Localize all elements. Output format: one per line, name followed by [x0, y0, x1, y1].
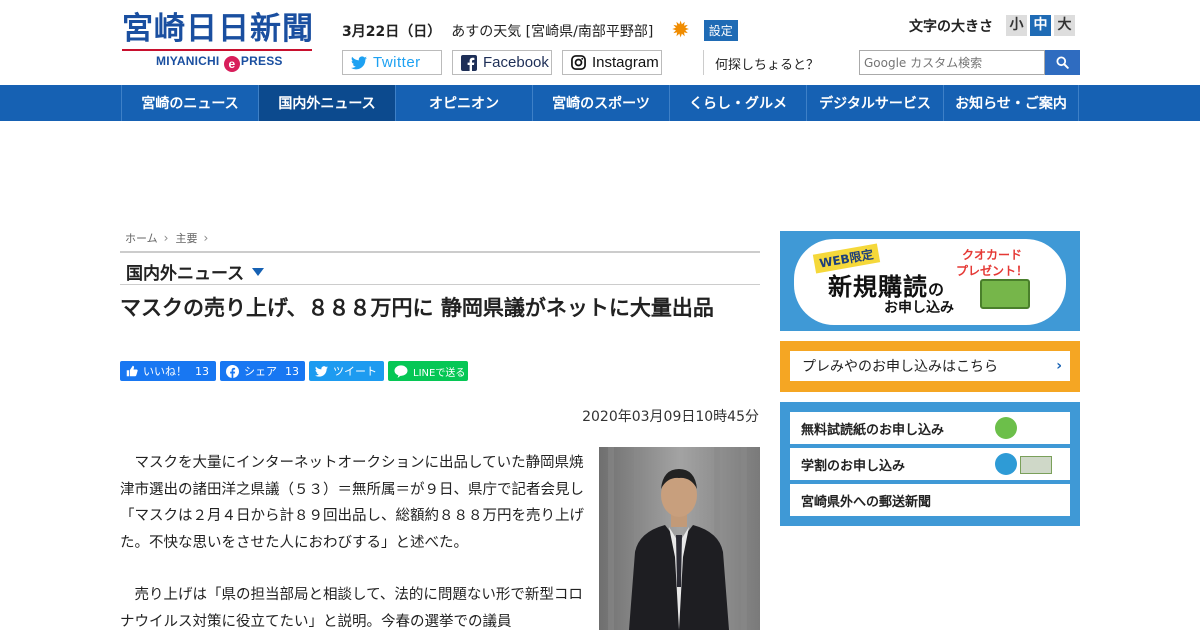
mail-delivery-label: 宮崎県外への郵送新聞	[801, 494, 932, 510]
line-share-button[interactable]: LINEで送る	[388, 361, 468, 381]
facebook-like-button[interactable]: いいね！ 13	[120, 361, 216, 381]
weather-date: 3月22日（日）	[342, 23, 442, 40]
chevron-right-icon: ›	[163, 231, 169, 245]
line-label: LINEで送る	[413, 367, 466, 379]
weather-settings-button[interactable]: 設定	[703, 20, 738, 41]
share-label: シェア	[244, 365, 277, 378]
logo-title: 宮崎日日新聞	[122, 11, 314, 47]
site-search	[859, 50, 1080, 75]
weather-label[interactable]: あすの天気 [宮崎県/南部平野部]	[451, 21, 653, 41]
thumbs-up-icon	[126, 365, 138, 377]
nav-item-miyazaki-news[interactable]: 宮崎のニュース	[121, 85, 258, 121]
section-title-label: 国内外ニュース	[126, 264, 245, 284]
banner-quo-line2: プレゼント！	[956, 264, 1029, 278]
student-discount-link[interactable]: 学割のお申し込み	[790, 448, 1070, 480]
logo-underline	[122, 49, 312, 51]
caret-down-icon	[252, 267, 265, 276]
like-label: いいね！	[143, 365, 187, 378]
facebook-icon	[226, 364, 239, 378]
twitter-label: Twitter	[373, 54, 421, 71]
site-logo[interactable]: 宮崎日日新聞 MIYANICHI e PRESS	[122, 10, 314, 72]
sidebar-links: 無料試読紙のお申し込み 学割のお申し込み 宮崎県外への郵送新聞	[780, 402, 1080, 526]
search-input[interactable]	[859, 50, 1045, 75]
twitter-button[interactable]: Twitter	[342, 50, 442, 75]
logo-sub-post: PRESS	[240, 54, 283, 68]
new-subscription-banner[interactable]: WEB限定 新規購読の お申し込み クオカード プレゼント！	[780, 231, 1080, 331]
header-divider	[703, 50, 704, 75]
line-icon	[394, 364, 408, 378]
breadcrumb-home[interactable]: ホーム	[125, 230, 158, 246]
like-count: 13	[195, 364, 209, 378]
tweet-label: ツイート	[333, 365, 377, 378]
twitter-icon	[351, 55, 367, 69]
font-size-label: 文字の大きさ	[909, 18, 993, 35]
chevron-right-icon: ›	[1056, 358, 1062, 374]
page: 宮崎日日新聞 MIYANICHI e PRESS 3月22日（日） あすの天気 […	[0, 0, 1200, 630]
premi-link: プレみやのお申し込みはこちら ›	[790, 351, 1070, 381]
banner-quo-line1: クオカード	[962, 248, 1023, 262]
quo-card-icon	[980, 279, 1030, 309]
nav-item-digital-services[interactable]: デジタルサービス	[806, 85, 943, 121]
search-button[interactable]	[1045, 50, 1080, 75]
banner-quo-card: クオカード プレゼント！	[956, 247, 1028, 279]
nav-item-opinion[interactable]: オピニオン	[395, 85, 532, 121]
nav-item-sports[interactable]: 宮崎のスポーツ	[532, 85, 669, 121]
premi-banner[interactable]: プレみやのお申し込みはこちら ›	[780, 341, 1080, 392]
nav-item-notices[interactable]: お知らせ・ご案内	[943, 85, 1079, 121]
twitter-icon	[315, 365, 328, 377]
instagram-label: Instagram	[592, 54, 659, 71]
published-date: 2020年03月09日10時45分	[582, 409, 759, 425]
article-body: マスクを大量にインターネットオークションに出品していた静岡県焼津市選出の諸田洋之…	[120, 450, 584, 630]
article-title: マスクの売り上げ、８８８万円に 静岡県議がネットに大量出品	[120, 296, 714, 320]
font-size-medium-button[interactable]: 中	[1030, 15, 1051, 36]
free-trial-label: 無料試読紙のお申し込み	[801, 422, 945, 438]
facebook-button[interactable]: Facebook	[452, 50, 552, 75]
free-trial-link[interactable]: 無料試読紙のお申し込み	[790, 412, 1070, 444]
facebook-icon	[461, 54, 477, 71]
instagram-icon	[571, 55, 586, 70]
mascot-icon	[995, 453, 1017, 475]
section-title[interactable]: 国内外ニュース	[126, 259, 265, 284]
instagram-button[interactable]: Instagram	[562, 50, 662, 75]
font-size-control: 文字の大きさ 小 中 大	[909, 15, 1075, 36]
search-icon	[1056, 56, 1069, 69]
facebook-label: Facebook	[483, 54, 549, 71]
tweet-button[interactable]: ツイート	[309, 361, 384, 381]
school-icon	[1020, 456, 1052, 474]
font-size-small-button[interactable]: 小	[1006, 15, 1027, 36]
article-paragraph: マスクを大量にインターネットオークションに出品していた静岡県焼津市選出の諸田洋之…	[120, 455, 584, 551]
mail-delivery-link[interactable]: 宮崎県外への郵送新聞	[790, 484, 1070, 516]
divider	[120, 251, 760, 253]
nav-item-domestic-intl-news[interactable]: 国内外ニュース	[258, 85, 395, 121]
article-photo[interactable]	[599, 447, 760, 630]
search-prompt-label: 何探しちょると？	[715, 58, 820, 73]
logo-e-icon: e	[223, 56, 240, 72]
article-photo-image	[599, 447, 760, 630]
nav-item-life-gourmet[interactable]: くらし・グルメ	[669, 85, 806, 121]
breadcrumb-main[interactable]: 主要	[175, 230, 197, 246]
logo-sub-pre: MIYANICHI	[156, 54, 220, 68]
main-nav: 宮崎のニュース 国内外ニュース オピニオン 宮崎のスポーツ くらし・グルメ デジ…	[0, 85, 1200, 121]
facebook-share-button[interactable]: シェア 13	[220, 361, 305, 381]
premi-label: プレみやのお申し込みはこちら	[802, 359, 998, 375]
weather-bar: 3月22日（日） あすの天気 [宮崎県/南部平野部] ✹ 設定	[342, 17, 738, 43]
font-size-large-button[interactable]: 大	[1054, 15, 1075, 36]
chevron-right-icon: ›	[203, 231, 209, 245]
sun-icon: ✹	[671, 17, 690, 43]
share-count: 13	[285, 364, 299, 378]
logo-subtitle: MIYANICHI e PRESS	[122, 54, 314, 72]
divider	[120, 284, 760, 285]
banner-apply: お申し込み	[884, 300, 954, 316]
breadcrumb: ホーム › 主要 ›	[125, 230, 215, 246]
article-paragraph: 売り上げは「県の担当部局と相談して、法的に問題ない形で新型コロナウイルス対策に役…	[120, 587, 583, 630]
mascot-icon	[995, 417, 1017, 439]
student-discount-label: 学割のお申し込み	[801, 458, 906, 474]
